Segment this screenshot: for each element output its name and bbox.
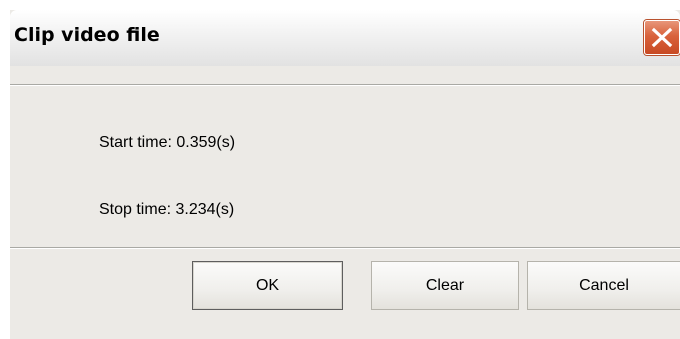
close-button[interactable]	[644, 20, 680, 55]
ok-button[interactable]: OK	[192, 261, 343, 310]
start-time-label: Start time: 0.359(s)	[99, 134, 236, 151]
cancel-button[interactable]: Cancel	[527, 261, 680, 310]
divider-bottom	[10, 247, 680, 249]
dialog-title: Clip video file	[14, 24, 160, 46]
menu-strip	[10, 66, 680, 84]
clip-video-dialog: Clip video file Start time: 0.359(s) Sto…	[10, 10, 680, 339]
title-bar[interactable]: Clip video file	[10, 10, 680, 66]
close-icon	[651, 27, 673, 48]
clear-button[interactable]: Clear	[371, 261, 519, 310]
dialog-body	[10, 86, 680, 247]
stop-time-label: Stop time: 3.234(s)	[99, 201, 235, 218]
